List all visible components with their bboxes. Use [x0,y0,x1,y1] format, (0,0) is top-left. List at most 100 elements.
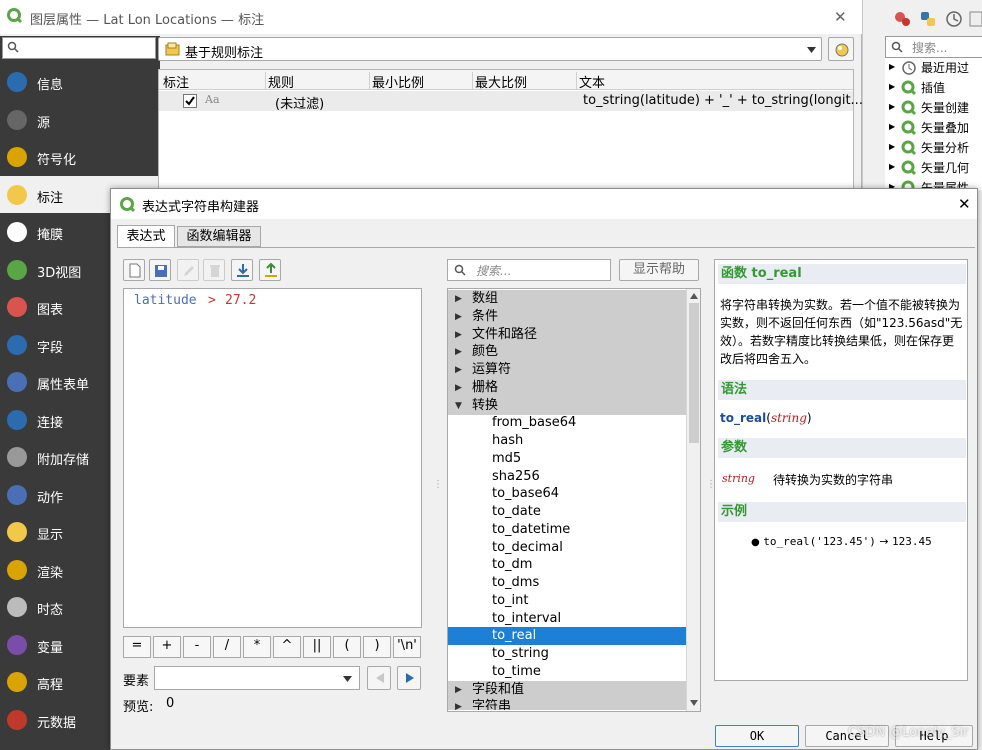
sidebar-item[interactable]: 高程 [0,663,110,700]
python-icon[interactable] [919,10,937,28]
toolbox-item[interactable]: ▶ 插值 [885,78,982,98]
next-feature-button[interactable] [397,666,421,690]
tree-group[interactable]: ▶ 字符串 [448,698,686,710]
operator-button[interactable]: '\n' [393,636,421,658]
tree-item[interactable]: to_dm [448,556,686,574]
new-file-button[interactable] [123,259,145,281]
sidebar-item[interactable]: 显示 [0,513,110,550]
delete-button[interactable] [203,259,225,281]
expand-arrow-icon[interactable]: ▶ [455,361,462,379]
expand-arrow-icon[interactable]: ▶ [455,308,462,326]
tree-group[interactable]: ▼ 转换 [448,396,686,415]
scroll-up-icon[interactable] [690,293,698,299]
tab-expression[interactable]: 表达式 [117,225,175,247]
show-help-button[interactable]: 显示帮助 [619,259,699,281]
tab-function-editor[interactable]: 函数编辑器 [177,226,261,247]
operator-button[interactable]: * [243,636,271,658]
expand-arrow-icon[interactable]: ▶ [455,326,462,344]
tree-item[interactable]: to_datetime [448,521,686,539]
expression-editor[interactable]: latitude > 27.2 [123,288,422,628]
gears-icon[interactable] [893,10,911,28]
sidebar-item[interactable]: 信息 [0,63,110,100]
sidebar-item-label: 连接 [37,415,64,431]
labeling-mode-select[interactable]: 基于规则标注 [158,37,822,61]
sidebar-item[interactable]: 图表 [0,288,110,325]
sidebar-item[interactable]: 时态 [0,588,110,625]
sidebar-item[interactable]: 字段 [0,326,110,363]
tree-group[interactable]: ▶ 数组 [448,290,686,308]
operator-button[interactable]: = [123,636,151,658]
sidebar-item[interactable]: 符号化 [0,138,110,175]
tree-group[interactable]: ▶ 栅格 [448,378,686,397]
ok-button[interactable]: OK [715,725,799,747]
feature-select[interactable] [154,666,360,690]
scrollbar-thumb[interactable] [689,303,699,443]
sidebar-item[interactable]: 元数据 [0,701,110,738]
expand-arrow-icon[interactable]: ▶ [455,379,462,397]
tree-item[interactable]: to_string [448,645,686,663]
sidebar-item[interactable]: 变量 [0,626,110,663]
tree-group[interactable]: ▶ 文件和路径 [448,325,686,344]
expression-style-button[interactable] [828,37,854,61]
operator-button[interactable]: + [153,636,181,658]
toolbox-item[interactable]: ▶ 最近用过 [885,58,982,78]
expand-arrow-icon[interactable]: ▶ [455,681,462,699]
sidebar-item[interactable]: 属性表单 [0,363,110,400]
tree-item[interactable]: to_int [448,592,686,610]
labels-icon [4,182,30,208]
operator-button[interactable]: - [183,636,211,658]
sidebar-search-input[interactable] [2,37,156,59]
toolbox-search-input[interactable]: 搜索... [885,36,982,58]
results-icon[interactable] [969,10,982,28]
expand-arrow-icon[interactable]: ▶ [455,343,462,361]
tree-group[interactable]: ▶ 颜色 [448,343,686,362]
toolbox-item[interactable]: ▶ 矢量叠加 [885,118,982,138]
tree-item[interactable]: to_date [448,503,686,521]
tree-item[interactable]: to_dms [448,574,686,592]
sidebar-item[interactable]: 连接 [0,401,110,438]
tree-item[interactable]: to_time [448,663,686,681]
tree-group[interactable]: ▶ 运算符 [448,361,686,379]
close-icon[interactable]: ✕ [958,195,971,213]
tree-item[interactable]: to_decimal [448,539,686,557]
table-row[interactable]: Aa (未过滤) to_string(latitude) + '_' + to_… [159,91,863,112]
toolbox-item[interactable]: ▶ 矢量几何 [885,158,982,178]
tree-item[interactable]: md5 [448,450,686,468]
tree-group[interactable]: ▶ 条件 [448,307,686,326]
sidebar-item[interactable]: 附加存储 [0,438,110,475]
tree-item[interactable]: to_real [448,627,686,646]
operator-button[interactable]: ^ [273,636,301,658]
operator-button[interactable]: ) [363,636,391,658]
scroll-down-icon[interactable] [690,700,698,706]
history-icon[interactable] [945,10,963,28]
tree-item[interactable]: to_base64 [448,485,686,503]
rule-enabled-checkbox[interactable] [183,94,197,108]
close-icon[interactable]: ✕ [834,8,847,26]
tree-group[interactable]: ▶ 字段和值 [448,680,686,699]
tree-item[interactable]: to_interval [448,610,686,628]
function-search-input[interactable]: 搜索... [447,259,611,281]
splitter-handle[interactable]: ⋮ [433,479,443,490]
operator-button[interactable]: ( [333,636,361,658]
expand-arrow-icon[interactable]: ▶ [455,290,462,308]
operator-button[interactable]: || [303,636,331,658]
toolbox-item[interactable]: ▶ 矢量分析 [885,138,982,158]
toolbox-item[interactable]: ▶ 矢量创建 [885,98,982,118]
previous-feature-button[interactable] [367,666,391,690]
tree-item[interactable]: sha256 [448,468,686,486]
operator-button[interactable]: / [213,636,241,658]
sidebar-item[interactable]: 动作 [0,476,110,513]
sidebar-item[interactable]: 3D视图 [0,251,110,288]
tree-scrollbar[interactable] [686,289,700,711]
edit-button[interactable] [177,259,199,281]
sidebar-item[interactable]: 掩膜 [0,213,110,250]
tree-item[interactable]: hash [448,432,686,450]
tree-item[interactable]: from_base64 [448,414,686,432]
sidebar-item[interactable]: 源 [0,101,110,138]
save-button[interactable] [149,259,171,281]
export-button[interactable] [259,259,281,281]
collapse-arrow-icon[interactable]: ▼ [455,397,462,415]
import-button[interactable] [231,259,253,281]
expand-arrow-icon[interactable]: ▶ [455,698,462,710]
sidebar-item[interactable]: 渲染 [0,551,110,588]
